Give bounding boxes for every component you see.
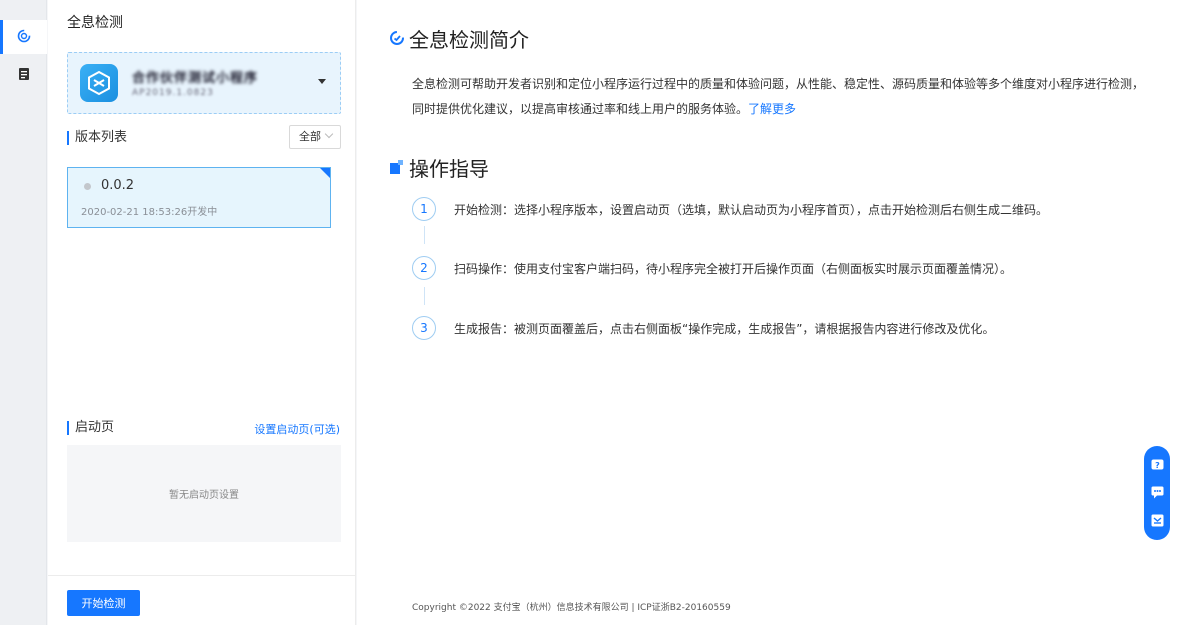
feedback-icon[interactable] [1150, 513, 1164, 527]
panel-title: 全息检测 [67, 15, 123, 31]
detection-icon [389, 27, 405, 51]
step-text: 开始检测：选择小程序版本，设置启动页（选填，默认启动页为小程序首页），点击开始检… [454, 202, 1049, 217]
startpage-empty-box: 暂无启动页设置 [67, 445, 341, 542]
intro-title: 全息检测简介 [409, 28, 529, 52]
version-number: 0.0.2 [101, 178, 135, 193]
startpage-empty-text: 暂无启动页设置 [169, 490, 239, 501]
guide-title: 操作指导 [409, 157, 489, 181]
step-text: 扫码操作：使用支付宝客户端扫码，待小程序完全被打开后操作页面（右侧面板实时展示页… [454, 261, 1013, 276]
version-status-dot [84, 183, 91, 190]
help-icon[interactable]: ? [1150, 459, 1164, 473]
guide-heading: 操作指导 [389, 153, 489, 182]
step-number: 3 [412, 316, 436, 340]
floating-help-bar: ? [1144, 446, 1170, 540]
version-item[interactable]: 0.0.2 2020-02-21 18:53:26开发中 [67, 167, 331, 228]
guide-step: 3 生成报告：被测页面覆盖后，点击右侧面板“操作完成，生成报告”，请根据报告内容… [412, 316, 994, 340]
chat-icon[interactable] [1150, 486, 1164, 500]
app-id: AP2019.1.0823 [132, 88, 214, 98]
app-name: 合作伙伴测试小程序 [132, 71, 259, 86]
app-root: 全息检测 合作伙伴测试小程序 AP2019.1.0823 版本列表 全部 0.0… [0, 0, 1177, 625]
app-selector[interactable]: 合作伙伴测试小程序 AP2019.1.0823 [67, 52, 341, 114]
start-detection-button[interactable]: 开始检测 [67, 590, 140, 616]
left-panel: 全息检测 合作伙伴测试小程序 AP2019.1.0823 版本列表 全部 0.0… [48, 0, 356, 625]
guide-step: 2 扫码操作：使用支付宝客户端扫码，待小程序完全被打开后操作页面（右侧面板实时展… [412, 256, 1012, 280]
document-icon [18, 66, 30, 85]
rail-item-detection[interactable] [0, 20, 47, 54]
guide-step: 1 开始检测：选择小程序版本，设置启动页（选填，默认启动页为小程序首页），点击开… [412, 197, 1048, 221]
guide-icon [389, 156, 405, 180]
app-logo [80, 64, 118, 102]
intro-paragraph: 全息检测可帮助开发者识别和定位小程序运行过程中的质量和体验问题，从性能、稳定性、… [412, 72, 1152, 122]
icon-rail [0, 0, 47, 625]
svg-text:?: ? [1155, 461, 1160, 470]
detection-icon [17, 28, 31, 47]
app-logo-icon [88, 70, 110, 96]
chevron-down-icon [324, 129, 334, 139]
step-text: 生成报告：被测页面覆盖后，点击右侧面板“操作完成，生成报告”，请根据报告内容进行… [454, 321, 995, 336]
selected-corner-icon [320, 168, 330, 178]
version-filter-value: 全部 [299, 130, 321, 143]
footer-copyright: Copyright ©2022 支付宝（杭州）信息技术有限公司 | ICP证浙B… [412, 603, 731, 613]
learn-more-link[interactable]: 了解更多 [748, 102, 796, 116]
step-number: 2 [412, 256, 436, 280]
caret-down-icon [318, 79, 326, 84]
step-connector [424, 226, 425, 244]
main-content: 全息检测简介 全息检测可帮助开发者识别和定位小程序运行过程中的质量和体验问题，从… [357, 0, 1177, 625]
panel-divider [48, 575, 355, 576]
version-filter-select[interactable]: 全部 [289, 125, 341, 149]
version-time: 2020-02-21 18:53:26开发中 [81, 207, 218, 218]
version-list-label: 版本列表 [67, 131, 127, 145]
startpage-label: 启动页 [67, 421, 114, 435]
set-startpage-link[interactable]: 设置启动页(可选) [254, 421, 340, 437]
intro-heading: 全息检测简介 [389, 24, 529, 53]
step-number: 1 [412, 197, 436, 221]
step-connector [424, 287, 425, 305]
rail-item-report[interactable] [0, 58, 47, 92]
